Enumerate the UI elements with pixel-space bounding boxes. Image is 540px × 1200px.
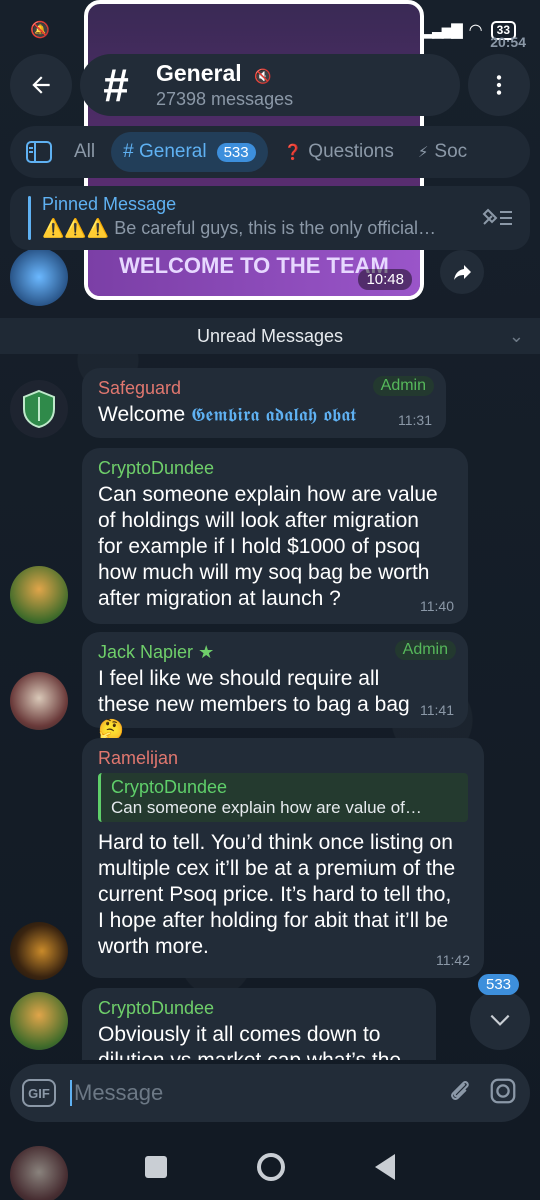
question-icon: ❓ [283,144,303,161]
admin-badge: Admin [394,640,456,660]
share-button[interactable] [440,250,484,294]
message-text: Hard to tell. You’d think once listing o… [98,831,456,958]
pinned-bar [28,196,31,240]
message-bubble[interactable]: Jack Napier ★ Admin I feel like we shoul… [82,632,468,742]
pinned-label: Pinned Message [42,194,177,214]
pin-list-icon[interactable] [480,204,514,235]
reply-sender: CryptoDundee [111,777,228,797]
message-time: 11:40 [420,598,454,614]
clock: 20:54 [490,34,526,50]
message-composer: GIF [10,1064,530,1122]
message-time: 10:48 [358,269,412,290]
reply-quote[interactable]: CryptoDundee Can someone explain how are… [98,773,468,822]
shield-icon [23,389,55,429]
message-bubble[interactable]: CryptoDundee Obviously it all comes down… [82,988,436,1060]
sidebar-icon [26,141,52,163]
message-text: Obviously it all comes down to dilution … [98,1023,401,1060]
message-text: Welcome [98,403,191,426]
message-bubble[interactable]: Ramelijan CryptoDundee Can someone expla… [82,738,484,978]
unread-divider: Unread Messages ⌄ [0,318,540,354]
avatar[interactable] [10,992,68,1050]
pinned-message[interactable]: Pinned Message ⚠️⚠️⚠️ Be careful guys, t… [10,186,530,250]
sender-name: CryptoDundee [98,998,215,1018]
signal-icon: ▂▃▅▇ [422,22,463,39]
avatar[interactable] [10,672,68,730]
scroll-down-button[interactable] [470,990,530,1050]
back-arrow-icon [32,76,50,94]
sender-name: Ramelijan [98,748,179,768]
sidebar-toggle-button[interactable] [10,132,62,172]
unread-count-badge: 533 [478,974,520,995]
pinned-text: ⚠️⚠️⚠️ Be careful guys, this is the only… [42,218,437,238]
reply-text: Can someone explain how are value of… [111,798,422,817]
share-icon [454,265,471,280]
styled-text-link[interactable]: 𝕲𝖊𝖒𝖇𝖎𝖗𝖆 𝖆𝖉𝖆𝖑𝖆𝖍 𝖔𝖇𝖆𝖙 [191,404,356,426]
attach-button[interactable] [446,1076,474,1111]
status-bar: 20:54 🔕 ▂▃▅▇ ◠ 33 [0,0,540,60]
message-input[interactable] [70,1080,432,1106]
camera-icon [490,1078,516,1103]
tab-general[interactable]: # General 533 [111,132,268,172]
lightning-icon: ⚡ [417,144,429,161]
tab-questions[interactable]: ❓ Questions [272,132,406,172]
message-bubble[interactable]: Safeguard Admin Welcome 𝕲𝖊𝖒𝖇𝖎𝖗𝖆 𝖆𝖉𝖆𝖑𝖆𝖍 𝖔… [82,368,446,438]
system-nav-bar [0,1134,540,1200]
message-time: 11:31 [398,412,432,428]
gif-button[interactable]: GIF [22,1079,56,1107]
tab-social[interactable]: ⚡ Soc [406,132,479,172]
tab-all[interactable]: All [62,132,107,172]
paperclip-icon [451,1080,469,1100]
system-back-button[interactable] [375,1154,395,1180]
message-bubble[interactable]: CryptoDundee Can someone explain how are… [82,448,468,624]
back-button[interactable] [10,54,72,116]
chevron-down-icon: ⌄ [508,325,524,346]
page-title: General [156,60,242,86]
sender-name: Jack Napier [98,642,194,662]
avatar [10,248,68,306]
avatar[interactable] [10,380,68,438]
sender-name: CryptoDundee [98,458,215,478]
star-icon: ★ [198,642,215,662]
message-text: I feel like we should require all these … [98,667,410,742]
muted-icon: 🔇 [254,68,272,84]
topic-tabs: All # General 533 ❓ Questions ⚡ Soc [10,126,530,178]
avatar[interactable] [10,566,68,624]
message-text: Can someone explain how are value of hol… [98,483,438,610]
avatar[interactable] [10,922,68,980]
message-time: 11:42 [436,952,470,968]
chat-title-bar[interactable]: # General 🔇 27398 messages [80,54,460,116]
more-vert-icon [496,75,502,95]
wifi-icon: ◠ [468,22,483,39]
home-button[interactable] [257,1153,285,1181]
chevron-down-icon [490,1014,510,1026]
topic-hash-icon: # [103,59,129,111]
unread-badge: 533 [216,142,256,162]
message-count: 27398 messages [156,89,294,109]
message-time: 11:41 [420,702,454,718]
mute-notifications-icon: 🔕 [30,22,50,39]
recents-button[interactable] [145,1156,167,1178]
camera-button[interactable] [488,1076,518,1111]
more-menu-button[interactable] [468,54,530,116]
admin-badge: Admin [372,376,434,396]
